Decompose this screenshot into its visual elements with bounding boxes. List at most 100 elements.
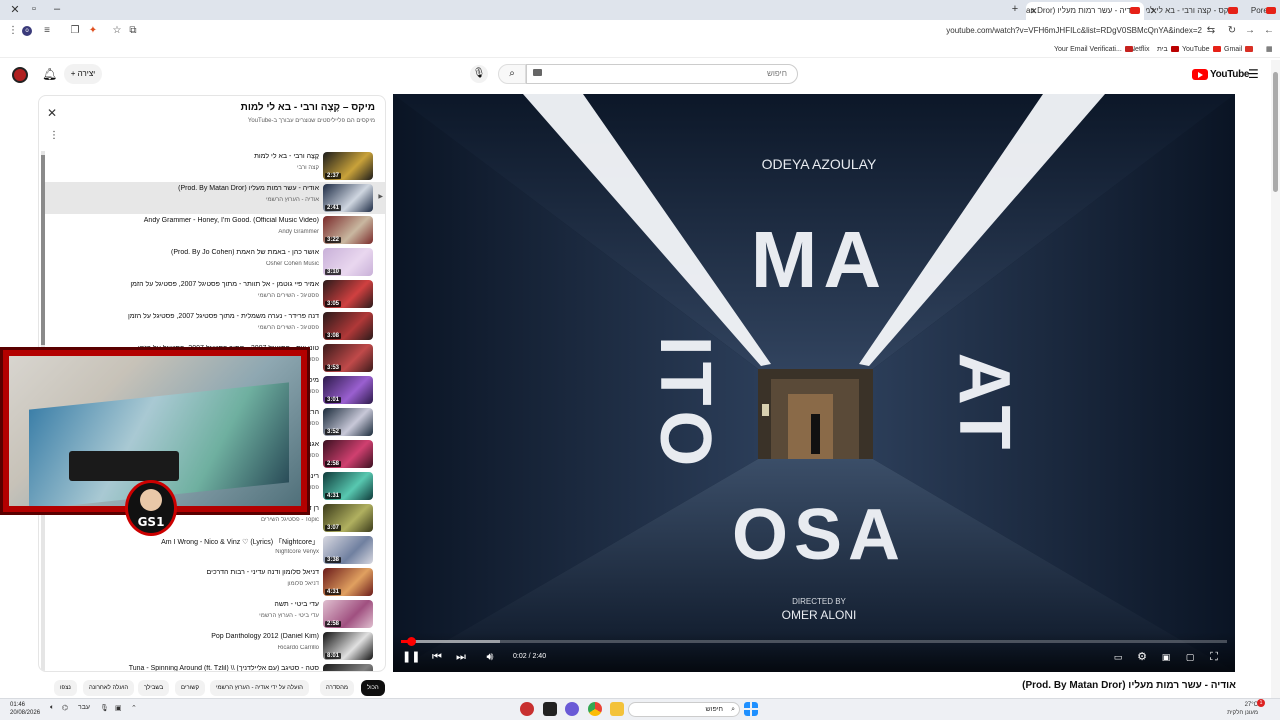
taskbar-search[interactable]: חיפוש ⌕ — [628, 702, 740, 717]
volume-icon[interactable]: 🔊︎ — [483, 651, 497, 663]
chip-recently-uploaded[interactable]: הועלה לאחרונה — [83, 680, 135, 696]
playlist-item-thumbnail[interactable]: 3:07 — [323, 504, 373, 532]
volume-tray-icon[interactable]: 🔈︎ — [50, 704, 54, 712]
theater-mode-icon[interactable]: ▢ — [1183, 651, 1197, 663]
search-button[interactable]: ⌕ — [498, 64, 526, 84]
bookmark-star-icon[interactable]: ☆ — [110, 24, 124, 38]
site-settings-icon[interactable]: ⇆ — [1204, 24, 1218, 38]
file-explorer-taskbar-icon[interactable] — [610, 702, 624, 716]
miniplayer-icon[interactable]: ▣ — [1159, 651, 1173, 663]
pause-icon[interactable]: ❚❚ — [402, 651, 420, 663]
playlist-item-thumbnail[interactable]: 3:22 — [323, 216, 373, 244]
playlist-item[interactable]: 4:31 דניאל סלומון ודנה עדיני - רבות הדרכי… — [45, 566, 385, 598]
playlist-more-icon[interactable]: ⋮ — [49, 130, 59, 141]
create-button[interactable]: יצירה + — [64, 64, 102, 84]
playlist-item-thumbnail[interactable]: 3:05 — [323, 280, 373, 308]
kebab-menu-icon[interactable]: ⋮ — [6, 24, 20, 38]
playlist-item-thumbnail[interactable]: 4:31 — [323, 472, 373, 500]
close-tab-icon[interactable]: ✕ — [1150, 2, 1158, 20]
settings-gear-icon[interactable]: ⚙︎ — [1135, 651, 1149, 663]
bookmark-netflix[interactable]: Netflix — [1130, 44, 1149, 56]
playlist-item-thumbnail[interactable] — [323, 664, 373, 671]
playlist-item[interactable]: 3:05 אמיר פיי גוטמן - אל תוותר - מתוך פסט… — [45, 278, 385, 310]
playlist-item-thumbnail[interactable]: 8:01 — [323, 632, 373, 660]
playlist-item-thumbnail[interactable]: 4:31 — [323, 568, 373, 596]
bookmark-gmail[interactable]: Gmail — [1224, 44, 1254, 56]
back-icon[interactable]: ← — [1262, 24, 1276, 38]
notification-badge[interactable]: 1 — [1257, 699, 1265, 707]
close-playlist-icon[interactable]: ✕ — [47, 106, 57, 120]
progress-scrubber[interactable] — [407, 637, 417, 646]
playlist-item[interactable]: 3:10 אושר כהן - באמת של האמת (Prod. By Jo… — [45, 246, 385, 278]
reload-icon[interactable]: ↻ — [1225, 24, 1239, 38]
playlist-title[interactable]: מיקס – קֶצֶה ורבי - בא לי למות — [241, 102, 375, 113]
copy-icon[interactable]: ❐ — [68, 24, 82, 38]
bookmark-email-verification[interactable]: Your Email Verificati... — [1054, 44, 1133, 56]
account-avatar[interactable] — [12, 67, 28, 83]
chip-all[interactable]: הכול — [361, 680, 385, 696]
network-tray-icon[interactable]: ⌬ — [62, 704, 68, 712]
previous-icon[interactable]: ⏮︎ — [430, 651, 444, 663]
apps-grid-icon[interactable]: ▦ — [1266, 44, 1273, 56]
minimize-window-icon[interactable]: – — [50, 3, 64, 15]
playlist-item[interactable]: 3:22 Andy Grammer - Honey, I'm Good. (Off… — [45, 214, 385, 246]
restore-window-icon[interactable]: ▫ — [27, 3, 41, 15]
app-taskbar-icon[interactable] — [520, 702, 534, 716]
playlist-item-thumbnail[interactable]: 3:10 — [323, 248, 373, 276]
playlist-item[interactable]: 8:01 Pop Danthology 2012 (Daniel Kim) Rica… — [45, 630, 385, 662]
display-tray-icon[interactable]: ▣ — [115, 704, 122, 712]
guide-menu-icon[interactable]: ☰ — [1248, 67, 1259, 81]
forward-icon[interactable]: → — [1243, 24, 1257, 38]
close-window-icon[interactable]: ✕ — [8, 3, 22, 16]
playlist-item-thumbnail[interactable]: 3:01 — [323, 376, 373, 404]
show-hidden-icons-icon[interactable]: ⌃ — [131, 704, 137, 712]
playlist-item[interactable]: 2:37 קֶצֶה ורבי - בא לי למות קצה ורבי — [45, 150, 385, 182]
playlist-item[interactable]: סטה - סטיגב (עם אליילדניך) \\ Tuna - Spi… — [45, 662, 385, 671]
playlist-item-thumbnail[interactable]: 2:37 — [323, 152, 373, 180]
playlist-item-thumbnail[interactable]: 3:52 — [323, 408, 373, 436]
terminal-taskbar-icon[interactable] — [543, 702, 557, 716]
subtitles-icon[interactable]: ▭ — [1111, 651, 1125, 663]
playlist-item-thumbnail[interactable]: 2:58 — [323, 440, 373, 468]
tab-mix-playlist[interactable]: ✕ מיקס - קצה ורבי - בא לי למות — [1146, 2, 1242, 20]
microphone-tray-icon[interactable]: 🎙︎ — [100, 704, 109, 712]
chrome-taskbar-icon[interactable] — [588, 702, 602, 716]
input-language[interactable]: עבר — [78, 704, 90, 711]
chip-watched[interactable]: נצפו — [54, 680, 77, 696]
playlist-item-thumbnail[interactable]: 2:41 — [323, 184, 373, 212]
new-tab-button[interactable]: + — [1008, 3, 1022, 15]
keyboard-icon[interactable] — [533, 69, 542, 76]
page-scrollbar[interactable] — [1271, 60, 1280, 700]
playlist-item-thumbnail[interactable]: 3:38 — [323, 536, 373, 564]
tab-current-video[interactable]: ✕ אודיה - עשר רמות מעליו (Prod. By Matan… — [1026, 2, 1144, 20]
page-scrollbar-thumb[interactable] — [1273, 72, 1278, 192]
address-bar[interactable]: youtube.com/watch?v=VFH6mJHFILc&list=RDg… — [740, 24, 1202, 38]
playlist-item[interactable]: 3:38 Am I Wrong - Nico & Vinz ♡ (Lyrics) … — [45, 534, 385, 566]
next-icon[interactable]: ⏭︎ — [454, 651, 468, 663]
cast-icon[interactable]: ⧉ — [126, 24, 140, 38]
playlist-item-thumbnail[interactable]: 2:58 — [323, 600, 373, 628]
bookmark-youtube[interactable]: YouTube — [1182, 44, 1221, 56]
playlist-item[interactable]: 2:58 עדי ביטי - תשה עדי ביטי - הערוץ הרשמי — [45, 598, 385, 630]
playlist-item-thumbnail[interactable]: 3:08 — [323, 312, 373, 340]
chip-uploaded-by[interactable]: הועלה על ידי אודיה - הערוץ הרשמי — [210, 680, 309, 696]
playlist-item-thumbnail[interactable]: 3:53 — [323, 344, 373, 372]
playlist-item[interactable]: 3:08 דנה פרידר - נערה משמלית - מתוך פסטיג… — [45, 310, 385, 342]
chip-related[interactable]: קשורים — [175, 680, 206, 696]
taskbar-clock[interactable]: 01:46 20/08/2026 — [10, 701, 40, 717]
bookmark-home[interactable]: בית — [1157, 44, 1179, 56]
extensions-icon[interactable]: ≡ — [40, 24, 54, 38]
profile-icon[interactable]: o — [22, 26, 32, 36]
fullscreen-icon[interactable]: ⛶ — [1207, 651, 1221, 663]
voice-search-mic-icon[interactable]: 🎙︎ — [470, 65, 488, 83]
windows-start-icon[interactable] — [744, 702, 758, 716]
playlist-item[interactable]: ▶ 2:41 אודיה - עשר רמות מעליו (Prod. By Ma… — [45, 182, 385, 214]
close-tab-icon[interactable]: ✕ — [1030, 2, 1038, 20]
weather-widget[interactable]: 27°C מעונן חלקית — [1218, 701, 1258, 717]
tab-poretz[interactable]: Poretz — [1244, 2, 1280, 20]
youtube-logo[interactable]: YouTube — [1192, 67, 1250, 83]
chip-from-series[interactable]: מהסדרה — [320, 680, 355, 696]
butterfly-extension-icon[interactable]: ✦ — [86, 24, 100, 38]
discord-taskbar-icon[interactable] — [565, 702, 579, 716]
progress-bar[interactable] — [401, 637, 1227, 646]
